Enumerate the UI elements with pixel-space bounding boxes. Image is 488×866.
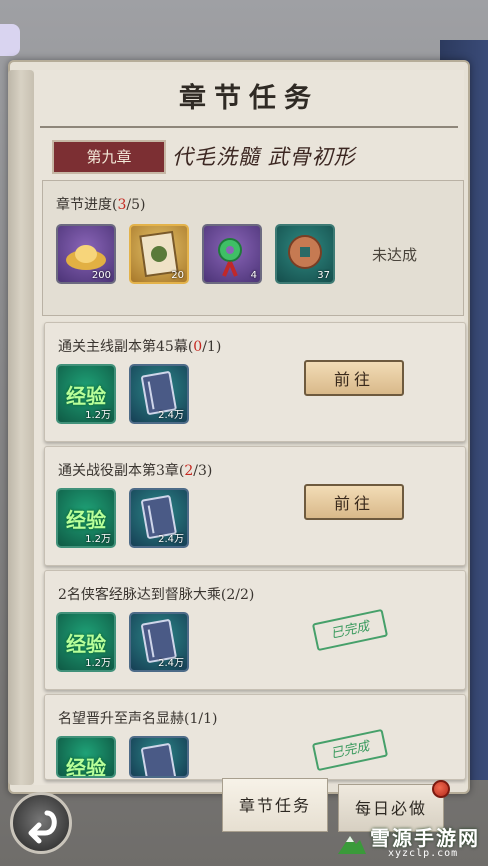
notification-dot (432, 780, 450, 798)
reward-qty: 37 (317, 270, 330, 281)
back-button[interactable] (10, 792, 72, 854)
reward-qty: 1.2万 (85, 534, 111, 545)
book-icon (141, 743, 177, 776)
watermark-url: xyzclp.com (388, 848, 459, 859)
page-title: 章节任务 (179, 83, 319, 114)
task-title: 通关战役副本第3章(2/3) (58, 463, 213, 479)
reward-qty: 2.4万 (158, 658, 184, 669)
watermark: 雪源手游网 xyzclp.com (330, 818, 488, 866)
exp-label: 经验 (66, 384, 106, 408)
chapter-progress-title: 章节进度(3/5) (56, 197, 146, 213)
reward-qty: 200 (91, 270, 111, 281)
go-button[interactable]: 前往 (304, 484, 404, 520)
reward-qty: 1.2万 (85, 410, 111, 421)
reward-exp[interactable]: 经验 1.2万 (56, 612, 116, 672)
reward-skill-book[interactable] (129, 736, 189, 778)
reward-skill-book[interactable]: 2.4万 (129, 488, 189, 548)
reward-skill-book[interactable]: 2.4万 (129, 612, 189, 672)
reward-exp[interactable]: 经验 1.2万 (56, 488, 116, 548)
reward-qty: 1.2万 (85, 658, 111, 669)
task-title: 通关主线副本第45幕(0/1) (58, 339, 222, 355)
reward-gold-ingot[interactable]: 200 (56, 224, 116, 284)
reward-scroll-card[interactable]: 20 (129, 224, 189, 284)
reward-qty: 20 (171, 270, 184, 281)
book-spine (8, 70, 34, 785)
go-button[interactable]: 前往 (304, 360, 404, 396)
progress-status: 未达成 (372, 246, 418, 264)
task-title: 名望晋升至声名显赫(1/1) (58, 711, 218, 727)
reward-exp[interactable]: 经验 1.2万 (56, 364, 116, 424)
reward-exp[interactable]: 经验 (56, 736, 116, 778)
reward-coin[interactable]: 37 (275, 224, 335, 284)
reward-skill-book[interactable]: 2.4万 (129, 364, 189, 424)
reward-qty: 2.4万 (158, 410, 184, 421)
tab-chapter-tasks[interactable]: 章节任务 (222, 778, 328, 832)
task-title: 2名侠客经脉达到督脉大乘(2/2) (58, 587, 255, 603)
back-arrow-icon (28, 810, 57, 844)
chapter-name: 代毛洗髓 武骨初形 (172, 145, 356, 169)
reward-jade-pendant[interactable]: 4 (202, 224, 262, 284)
reward-qty: 4 (250, 270, 257, 281)
exp-label: 经验 (66, 508, 106, 532)
exp-label: 经验 (66, 756, 106, 778)
title-divider (40, 126, 458, 128)
mountain-logo-icon (338, 836, 366, 854)
mail-icon[interactable] (0, 24, 20, 56)
chapter-tag: 第九章 (52, 140, 166, 174)
exp-label: 经验 (66, 632, 106, 656)
watermark-name: 雪源手游网 (370, 826, 480, 850)
reward-qty: 2.4万 (158, 534, 184, 545)
